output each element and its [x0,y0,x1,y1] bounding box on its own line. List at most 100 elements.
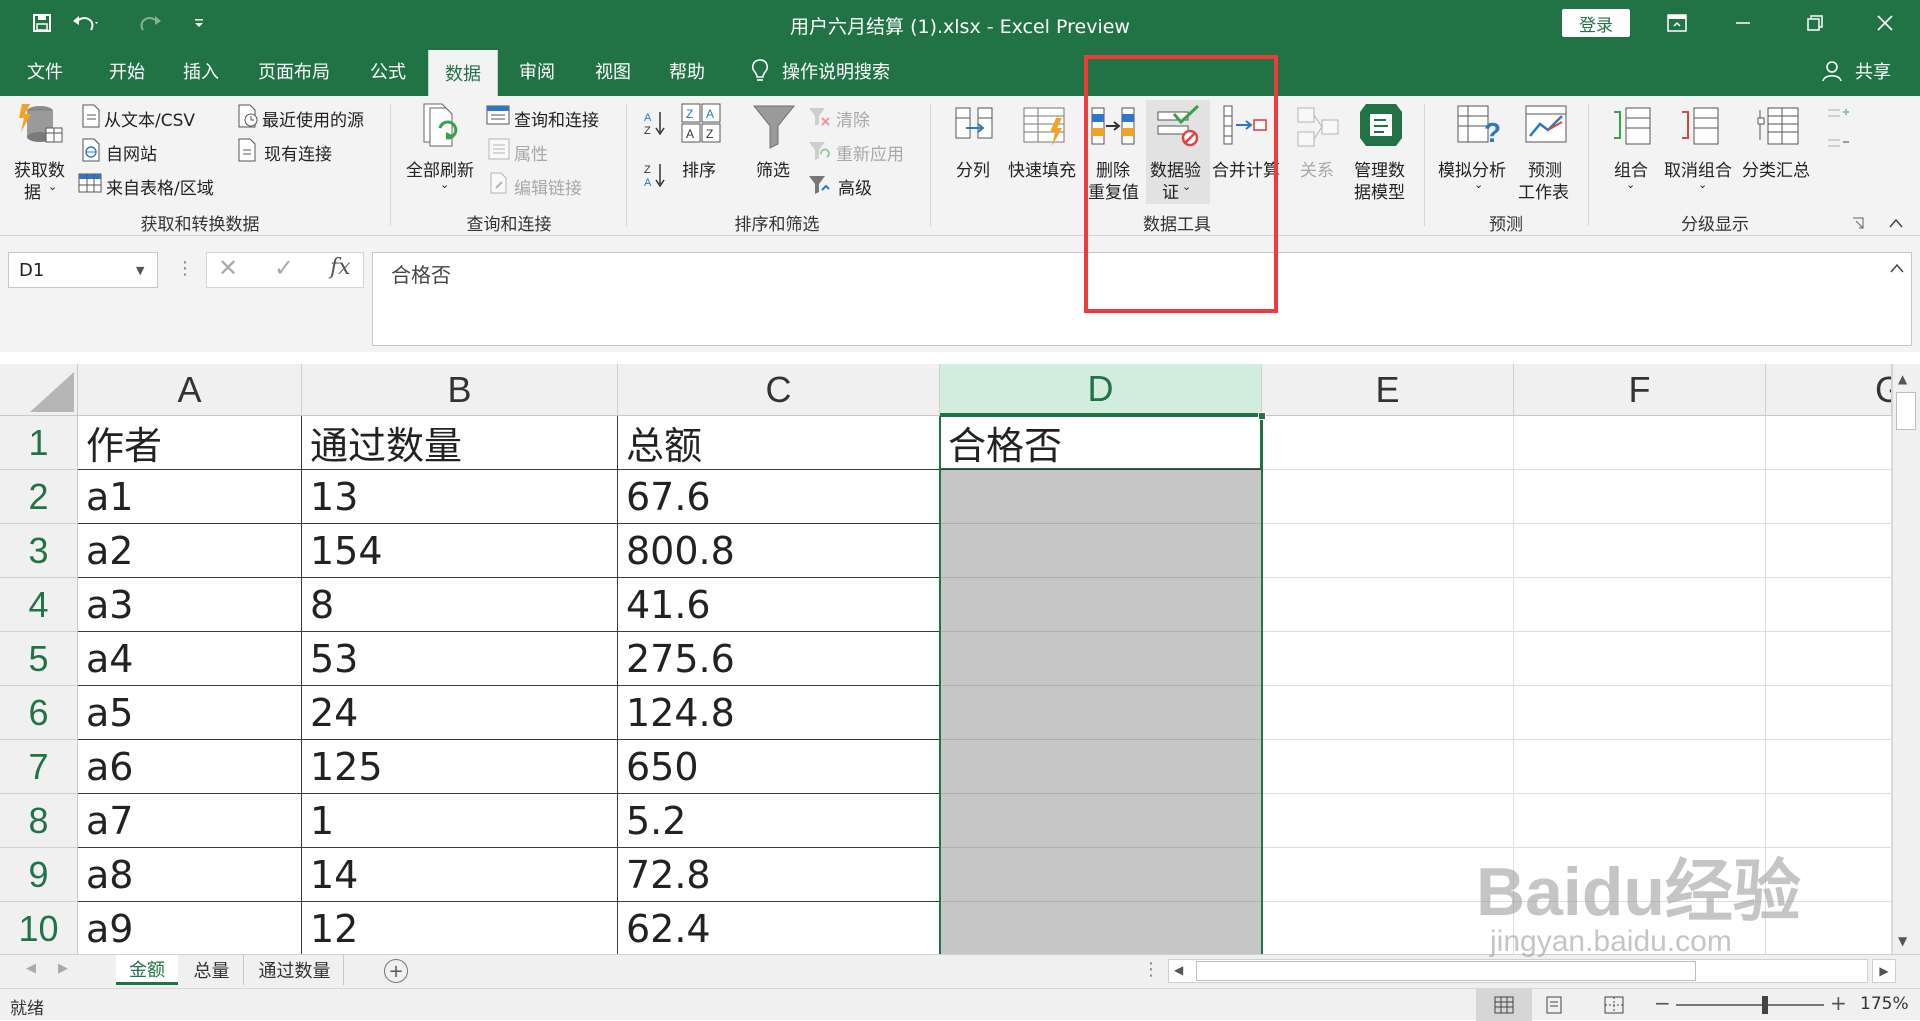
column-header-g-partial[interactable]: G [1766,364,1892,416]
cell[interactable] [1514,794,1766,848]
manage-data-model-icon[interactable] [1358,102,1404,152]
cell[interactable]: 合格否 [940,416,1262,470]
cell[interactable]: 5.2 [618,794,940,848]
restore-icon[interactable] [1792,8,1838,38]
zoom-slider-thumb[interactable] [1762,996,1768,1014]
sort-icon[interactable]: ZAAZ [680,102,722,150]
cell[interactable] [940,740,1262,794]
add-sheet-icon[interactable]: + [384,959,408,983]
cell[interactable]: a9 [78,902,302,954]
cell[interactable]: a7 [78,794,302,848]
cell[interactable] [1766,686,1892,740]
group-dropdown-icon[interactable]: ⌄ [1626,178,1635,191]
tab-file[interactable]: 文件 [8,46,82,96]
recent-sources-icon[interactable] [236,104,260,132]
cell[interactable]: a4 [78,632,302,686]
forecast-sheet-label-2[interactable]: 工作表 [1518,178,1569,203]
ungroup-icon[interactable] [1678,104,1722,152]
sort-button[interactable]: 排序 [682,156,716,181]
from-text-csv-button[interactable]: 从文本/CSV [104,106,195,131]
insert-function-icon[interactable]: fx [330,255,351,280]
cell[interactable]: 12 [302,902,618,954]
text-to-columns-icon[interactable] [952,104,996,152]
select-all-button[interactable] [0,364,78,416]
tab-insert[interactable]: 插入 [164,46,238,96]
cell[interactable] [1262,524,1514,578]
normal-view-icon[interactable] [1476,989,1532,1021]
row-header[interactable]: 5 [0,632,78,686]
cell[interactable]: 24 [302,686,618,740]
close-icon[interactable] [1862,8,1908,38]
cell[interactable]: a2 [78,524,302,578]
confirm-entry-icon[interactable]: ✓ [274,254,294,282]
undo-icon[interactable] [62,8,108,38]
hide-detail-icon[interactable] [1826,136,1850,162]
sort-a-z-icon[interactable]: AZ [644,110,666,140]
fill-handle[interactable] [1258,412,1266,420]
clear-filter-icon[interactable] [808,106,830,132]
page-layout-view-icon[interactable] [1544,996,1564,1019]
cell[interactable] [940,470,1262,524]
cell[interactable] [1262,740,1514,794]
row-header[interactable]: 1 [0,416,78,470]
subtotal-icon[interactable] [1756,104,1800,152]
cell[interactable]: 154 [302,524,618,578]
cell[interactable]: 72.8 [618,848,940,902]
scroll-right-icon[interactable]: ▶ [1872,959,1896,983]
existing-connections-icon[interactable] [236,138,260,166]
minimize-icon[interactable] [1720,8,1766,38]
what-if-analysis-button[interactable]: 模拟分析 [1438,156,1506,181]
row-header[interactable]: 6 [0,686,78,740]
login-button[interactable]: 登录 [1562,9,1630,37]
cell[interactable]: a3 [78,578,302,632]
queries-connections-button[interactable]: 查询和连接 [514,106,599,131]
cell[interactable] [1262,416,1514,470]
clear-button[interactable]: 清除 [836,106,870,131]
forecast-sheet-icon[interactable] [1524,102,1570,152]
cell[interactable] [940,848,1262,902]
tab-view[interactable]: 视图 [576,46,650,96]
relationships-button[interactable]: 关系 [1300,156,1334,181]
cell[interactable] [1514,740,1766,794]
cell[interactable]: 通过数量 [302,416,618,470]
cell[interactable]: 总额 [618,416,940,470]
customize-qat-icon[interactable] [184,8,214,38]
edit-links-icon[interactable] [488,172,510,198]
tell-me-search[interactable]: 操作说明搜索 [782,46,908,96]
cell[interactable]: 作者 [78,416,302,470]
zoom-slider[interactable] [1676,1004,1824,1006]
row-header[interactable]: 8 [0,794,78,848]
cell[interactable]: 8 [302,578,618,632]
sheet-tab-pass-count[interactable]: 通过数量 [246,955,344,985]
ungroup-dropdown-icon[interactable]: ⌄ [1698,178,1707,191]
scroll-left-icon[interactable]: ◀ [1174,963,1183,977]
cell[interactable] [1262,794,1514,848]
cell[interactable] [1514,578,1766,632]
page-break-view-icon[interactable] [1604,996,1624,1019]
lightbulb-icon[interactable] [742,46,778,96]
name-box-dropdown-icon[interactable]: ▼ [136,264,144,277]
existing-connections-button[interactable]: 现有连接 [264,140,332,165]
vertical-scrollbar[interactable] [1892,364,1920,954]
from-text-csv-icon[interactable] [80,104,102,132]
row-header[interactable]: 10 [0,902,78,954]
flash-fill-button[interactable]: 快速填充 [1008,156,1076,181]
cell[interactable] [1766,632,1892,686]
sheet-scroll-left-icon[interactable]: ◀ [26,961,36,976]
cell[interactable]: 13 [302,470,618,524]
tab-page-layout[interactable]: 页面布局 [244,46,344,96]
cell[interactable]: 650 [618,740,940,794]
get-data-dropdown-icon[interactable]: ⌄ [48,180,57,193]
collapse-ribbon-icon[interactable] [1888,214,1904,233]
edit-links-button[interactable]: 编辑链接 [514,174,582,199]
cell[interactable]: a6 [78,740,302,794]
cell[interactable] [940,524,1262,578]
reapply-button[interactable]: 重新应用 [836,140,904,165]
filter-icon[interactable] [752,102,796,154]
collapse-formula-bar-icon[interactable] [1890,258,1904,277]
queries-connections-icon[interactable] [486,104,510,130]
cell[interactable]: 275.6 [618,632,940,686]
cell[interactable] [1262,578,1514,632]
cell[interactable] [1262,632,1514,686]
cell[interactable] [940,686,1262,740]
